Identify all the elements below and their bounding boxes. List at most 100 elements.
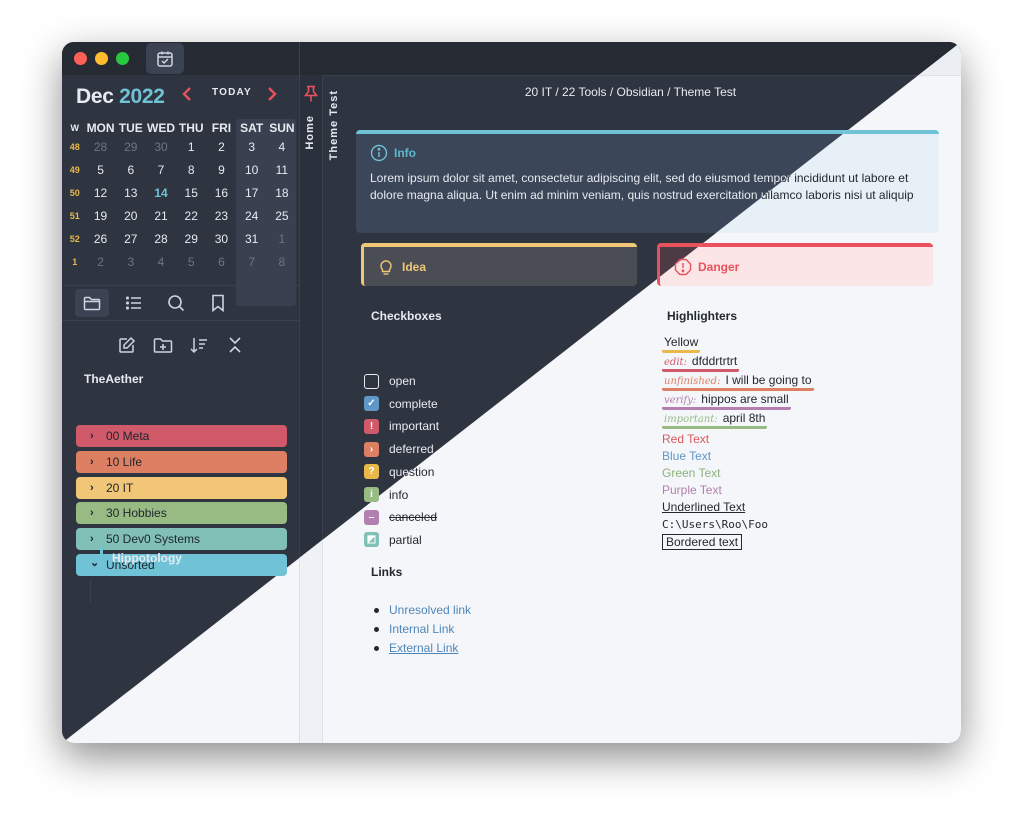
calendar-day[interactable]: 30: [206, 232, 236, 246]
calendar-day[interactable]: 3: [116, 255, 146, 269]
checkbox-open-icon[interactable]: [364, 373, 379, 389]
checkbox-deferred[interactable]: › deferred: [364, 440, 434, 458]
checkbox-label: canceled: [389, 510, 438, 525]
week-number[interactable]: 51: [64, 211, 85, 221]
weekday-header: W: [70, 123, 79, 133]
week-number[interactable]: 50: [64, 188, 85, 198]
calendar-day[interactable]: 19: [85, 209, 115, 223]
checkbox-complete-icon[interactable]: ✓: [364, 396, 379, 412]
today-button[interactable]: TODAY: [212, 87, 252, 98]
tab-theme-test[interactable]: Theme Test: [328, 90, 340, 160]
idea-callout-title[interactable]: Idea: [378, 247, 623, 286]
calendar-day[interactable]: 29: [176, 232, 206, 246]
weekday-header: SAT: [240, 121, 264, 135]
vault-name: TheAether: [84, 372, 144, 386]
checkbox-important[interactable]: ! important: [364, 417, 439, 435]
calendar-day[interactable]: 1: [267, 232, 297, 246]
tab-bookmarks[interactable]: [201, 289, 235, 317]
calendar-day[interactable]: 28: [146, 232, 176, 246]
new-folder-button[interactable]: [150, 332, 176, 358]
calendar-day[interactable]: 15: [176, 186, 206, 200]
calendar-day[interactable]: 6: [206, 255, 236, 269]
new-note-button[interactable]: [114, 332, 140, 358]
checkbox-canceled[interactable]: –canceled: [364, 508, 437, 526]
calendar-day[interactable]: 24: [237, 209, 267, 223]
minimize-window-button[interactable]: [95, 52, 108, 65]
calendar-day[interactable]: 8: [176, 163, 206, 177]
calendar-day[interactable]: 8: [267, 255, 297, 269]
calendar-day[interactable]: 7: [237, 255, 267, 269]
calendar-day[interactable]: 30: [146, 140, 176, 154]
week-number[interactable]: 52: [64, 234, 85, 244]
purple-text: Purple Text: [662, 483, 722, 497]
checkbox-partial-icon[interactable]: ◩: [364, 532, 379, 548]
calendar-day[interactable]: 4: [267, 140, 297, 154]
collapse-all-button[interactable]: [222, 332, 248, 358]
calendar-day[interactable]: 14: [146, 186, 176, 200]
calendar-day[interactable]: 16: [206, 186, 236, 200]
link-unresolved-link[interactable]: Unresolved link: [389, 603, 471, 617]
calendar-day[interactable]: 6: [116, 163, 146, 177]
tab-outline[interactable]: [117, 289, 151, 317]
calendar-day[interactable]: 25: [267, 209, 297, 223]
zoom-window-button[interactable]: [116, 52, 129, 65]
calendar-day[interactable]: 2: [85, 255, 115, 269]
calendar-day[interactable]: 4: [146, 255, 176, 269]
calendar-day[interactable]: 17: [237, 186, 267, 200]
calendar-day[interactable]: 5: [176, 255, 206, 269]
calendar-day[interactable]: 1: [176, 140, 206, 154]
checkbox-label: important: [389, 419, 440, 434]
tab-search[interactable]: [159, 289, 193, 317]
tab-file-explorer[interactable]: [75, 289, 109, 317]
prev-month-button[interactable]: [181, 85, 193, 109]
week-number[interactable]: 48: [64, 142, 85, 152]
calendar-day[interactable]: 2: [206, 140, 236, 154]
checkbox-canceled-icon[interactable]: –: [364, 509, 379, 525]
folder-20-it[interactable]: › 20 IT: [76, 476, 287, 499]
checkbox-question-icon[interactable]: ?: [364, 464, 379, 480]
calendar-day[interactable]: 27: [116, 232, 146, 246]
breadcrumb[interactable]: 20 IT / 22 Tools / Obsidian / Theme Test: [300, 85, 961, 99]
week-number[interactable]: 49: [64, 165, 85, 175]
lightbulb-icon: [380, 259, 392, 275]
calendar-day[interactable]: 18: [267, 186, 297, 200]
week-number[interactable]: 1: [64, 257, 85, 267]
checkbox-partial[interactable]: ◩ partial: [364, 531, 422, 549]
calendar-day[interactable]: 10: [237, 163, 267, 177]
close-window-button[interactable]: [74, 52, 87, 65]
calendar-day[interactable]: 7: [146, 163, 176, 177]
link-external-link[interactable]: External Link: [389, 641, 458, 655]
checkbox-important-icon[interactable]: !: [364, 418, 379, 434]
calendar-day[interactable]: 23: [206, 209, 236, 223]
folder-10-life[interactable]: › 10 Life: [76, 450, 287, 473]
next-month-button[interactable]: [266, 85, 278, 109]
checkbox-deferred-icon[interactable]: ›: [364, 441, 379, 457]
calendar-day[interactable]: 21: [146, 209, 176, 223]
calendar-day[interactable]: 29: [116, 140, 146, 154]
calendar-day[interactable]: 5: [85, 163, 115, 177]
calendar-day[interactable]: 12: [85, 186, 115, 200]
calendar-view-button[interactable]: [146, 43, 184, 74]
calendar-day[interactable]: 13: [116, 186, 146, 200]
calendar-day[interactable]: 9: [206, 163, 236, 177]
calendar-week-row: 49567891011: [64, 158, 297, 181]
calendar-day[interactable]: 26: [85, 232, 115, 246]
calendar-day[interactable]: 11: [267, 163, 297, 177]
calendar-day[interactable]: 22: [176, 209, 206, 223]
checkbox-open[interactable]: open: [364, 372, 416, 390]
calendar-day[interactable]: 28: [85, 140, 115, 154]
calendar-day[interactable]: 31: [237, 232, 267, 246]
link-internal-link[interactable]: Internal Link: [389, 622, 454, 636]
checkbox-label: deferred: [389, 442, 434, 457]
danger-callout-title[interactable]: Danger: [674, 247, 919, 286]
checkbox-complete[interactable]: ✓ complete: [364, 395, 438, 413]
calendar-day[interactable]: 20: [116, 209, 146, 223]
tree-item-hippotology[interactable]: Hippotology: [100, 547, 182, 569]
folder-00-meta[interactable]: › 00 Meta: [76, 425, 287, 447]
sort-button[interactable]: [186, 332, 212, 358]
checkbox-label: info: [389, 487, 409, 502]
tab-home[interactable]: Home: [304, 115, 316, 150]
folder-30-hobbies[interactable]: › 30 Hobbies: [76, 502, 287, 525]
list-icon: [125, 296, 141, 310]
calendar-day[interactable]: 3: [237, 140, 267, 154]
